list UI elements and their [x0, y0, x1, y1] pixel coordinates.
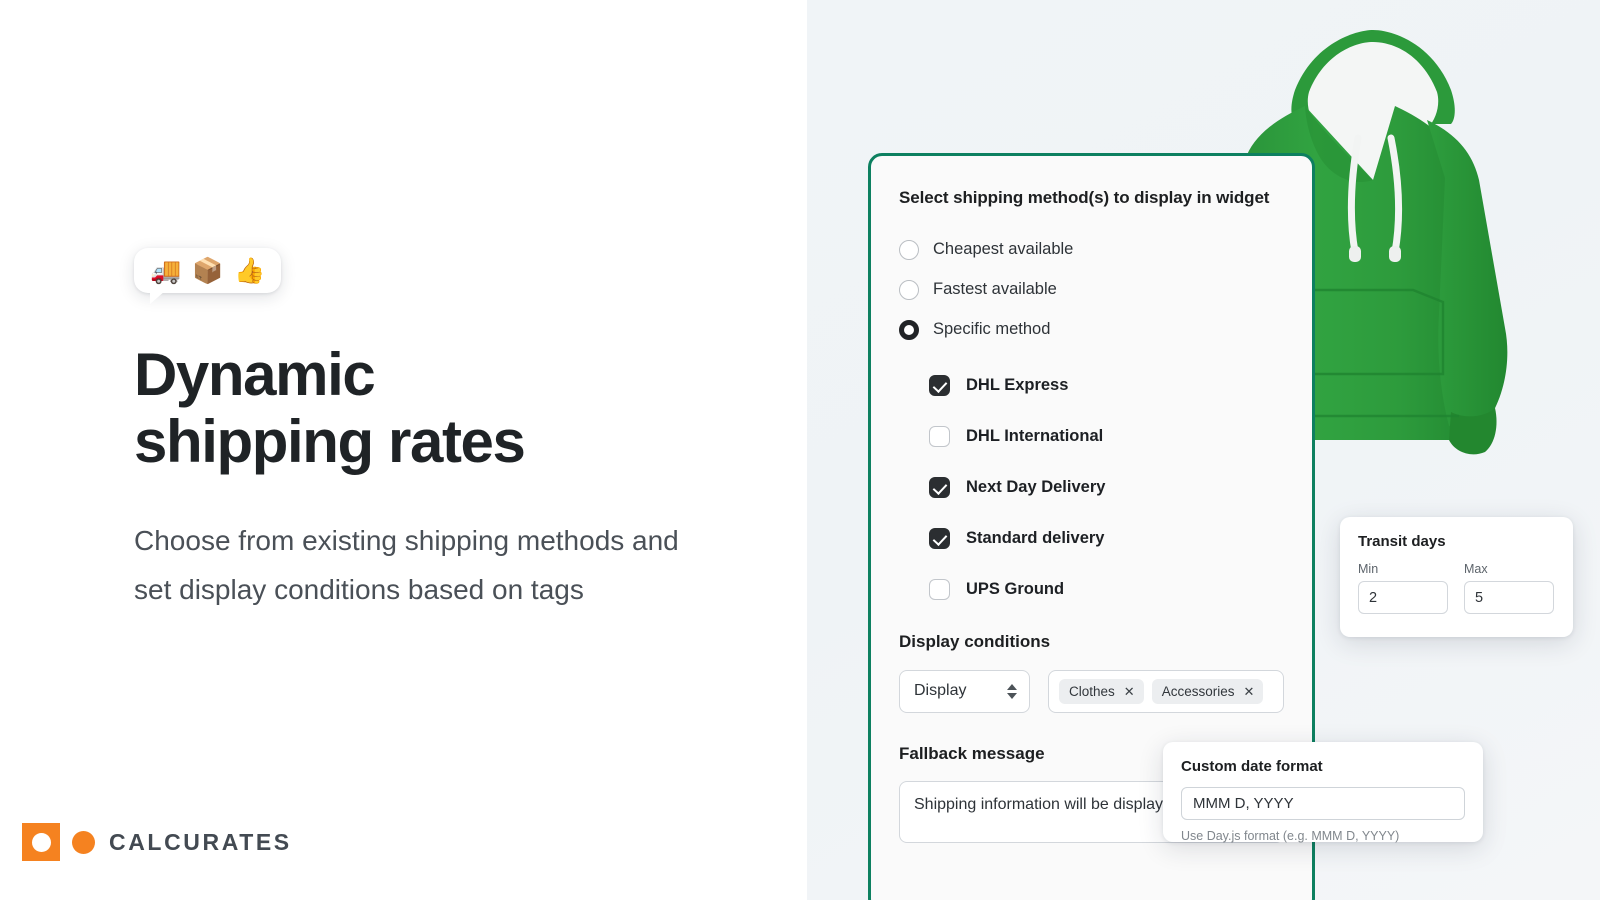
package-emoji: 📦 [192, 256, 224, 285]
page-subtitle: Choose from existing shipping methods an… [134, 525, 679, 605]
tag-label: Accessories [1161, 683, 1235, 699]
tag-input[interactable]: Clothes ✕ Accessories ✕ [1048, 669, 1284, 713]
custom-date-format-input[interactable]: MMM D, YYYY [1181, 787, 1465, 820]
checkbox-row-dhl-express[interactable]: DHL Express [929, 360, 1284, 411]
checkbox-row-standard-delivery[interactable]: Standard delivery [929, 513, 1284, 564]
transit-min-group: Min 2 [1358, 562, 1448, 614]
display-conditions-title: Display conditions [899, 631, 1051, 651]
checkbox-checked-icon[interactable] [929, 374, 950, 396]
thumbs-up-emoji: 👍 [234, 256, 266, 285]
checkbox-row-next-day-delivery[interactable]: Next Day Delivery [929, 462, 1284, 513]
transit-max-group: Max 5 [1464, 562, 1554, 614]
checkbox-row-dhl-international[interactable]: DHL International [929, 411, 1284, 462]
checkbox-label: UPS Ground [966, 579, 1065, 598]
checkbox-row-ups-ground[interactable]: UPS Ground [929, 564, 1284, 615]
shipping-mode-radio-group: Cheapest available Fastest available Spe… [899, 230, 1284, 350]
transit-max-input[interactable]: 5 [1464, 581, 1554, 614]
delivery-truck-emoji: 🚚 [150, 256, 182, 285]
tag-accessories[interactable]: Accessories ✕ [1151, 678, 1264, 704]
radio-icon[interactable] [899, 239, 919, 260]
checkbox-label: Standard delivery [966, 528, 1105, 547]
tag-remove-icon[interactable]: ✕ [1124, 685, 1135, 698]
transit-days-title: Transit days [1358, 533, 1446, 550]
display-condition-select[interactable]: Display [899, 669, 1030, 713]
transit-days-panel: Transit days Min 2 Max 5 [1340, 517, 1573, 637]
radio-option-fastest-available[interactable]: Fastest available [899, 270, 1284, 310]
radio-option-specific-method[interactable]: Specific method [899, 310, 1284, 350]
chevron-updown-icon [1007, 683, 1017, 699]
calcurates-logo-mark [22, 823, 95, 861]
checkbox-icon[interactable] [929, 578, 950, 600]
shipping-methods-checkbox-group: DHL Express DHL International Next Day D… [899, 360, 1284, 615]
emoji-badge: 🚚 📦 👍 [134, 248, 282, 304]
checkbox-label: Next Day Delivery [966, 477, 1106, 496]
radio-icon[interactable] [899, 279, 919, 300]
checkbox-checked-icon[interactable] [929, 476, 950, 498]
transit-max-label: Max [1464, 562, 1488, 576]
custom-date-format-title: Custom date format [1181, 758, 1323, 775]
logo-square-icon [22, 823, 60, 861]
custom-date-format-panel: Custom date format MMM D, YYYY Use Day.j… [1163, 742, 1483, 843]
transit-days-fields: Min 2 Max 5 [1358, 562, 1555, 614]
tag-label: Clothes [1069, 683, 1115, 699]
custom-date-format-hint: Use Day.js format (e.g. MMM D, YYYY) [1181, 829, 1400, 843]
brand-name: CALCURATES [109, 828, 292, 855]
page-title: Dynamic shipping rates [134, 341, 526, 476]
logo-dot-icon [72, 830, 95, 854]
checkbox-label: DHL International [966, 426, 1104, 445]
transit-min-label: Min [1358, 562, 1379, 576]
checkbox-checked-icon[interactable] [929, 527, 950, 549]
checkbox-label: DHL Express [966, 375, 1069, 394]
radio-option-cheapest-available[interactable]: Cheapest available [899, 230, 1284, 270]
tag-remove-icon[interactable]: ✕ [1243, 685, 1254, 698]
radio-label: Specific method [933, 320, 1051, 339]
transit-min-input[interactable]: 2 [1358, 581, 1448, 614]
hero-content: 🚚 📦 👍 Dynamic shipping rates Choose from… [134, 248, 754, 614]
checkbox-icon[interactable] [929, 425, 950, 447]
radio-label: Fastest available [933, 280, 1057, 299]
tag-clothes[interactable]: Clothes ✕ [1059, 678, 1144, 704]
select-value: Display [914, 682, 967, 700]
radio-label: Cheapest available [933, 240, 1074, 259]
radio-selected-icon[interactable] [899, 319, 919, 340]
display-conditions-row: Display Clothes ✕ Accessories ✕ [899, 669, 1284, 713]
card-title: Select shipping method(s) to display in … [899, 188, 1270, 207]
brand-logo: CALCURATES [22, 823, 292, 861]
